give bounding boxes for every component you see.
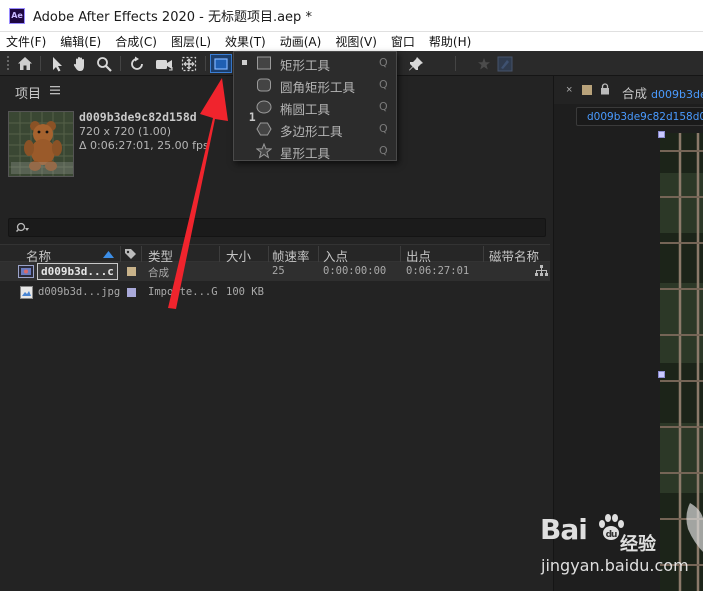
asset-duration: Δ 0:06:27:01, 25.00 fps (79, 139, 209, 152)
pin-icon[interactable] (405, 54, 427, 73)
project-column-header: 名称 类型 大小 帧速率 入点 出点 磁带名称 (0, 244, 550, 264)
label-color-swatch[interactable] (127, 267, 136, 276)
menu-item-label: 多边形工具 (280, 124, 343, 139)
panel-menu-icon[interactable] (50, 85, 60, 95)
toolbar-grip[interactable] (6, 54, 12, 73)
menu-effect[interactable]: 效果(T) (225, 33, 266, 50)
table-row[interactable]: d009b3d...c 合成 25 0:00:00:00 0:06:27:01 (0, 262, 550, 281)
row-name: d009b3d...c (37, 263, 118, 280)
rotate-icon[interactable] (126, 54, 148, 73)
active-bullet-icon (242, 60, 247, 65)
project-panel-title[interactable]: 项目 (15, 83, 41, 102)
menu-animation[interactable]: 动画(A) (280, 33, 322, 50)
project-panel-header: 项目 (0, 76, 553, 104)
composition-viewer[interactable] (660, 133, 703, 591)
after-effects-logo-icon: Ae (9, 7, 25, 24)
row-type: 合成 (148, 267, 169, 279)
row-out-point: 0:06:27:01 (406, 265, 470, 277)
menu-item-label: 星形工具 (280, 146, 331, 161)
brush-tool-icon[interactable] (495, 54, 515, 73)
asset-name: d009b3de9c82d158d 1 (79, 110, 256, 124)
search-icon (16, 222, 29, 233)
title-bar: Ae Adobe After Effects 2020 - 无标题项目.aep … (0, 0, 703, 31)
shortcut-key: Q (379, 144, 388, 157)
menu-edit[interactable]: 编辑(E) (60, 33, 101, 50)
composition-color-swatch (582, 85, 592, 95)
shortcut-key: Q (379, 122, 388, 135)
asset-thumbnail (8, 111, 74, 177)
rectangle-tool-icon[interactable] (210, 54, 232, 73)
menu-item-polygon-tool[interactable]: 多边形工具 Q (234, 118, 396, 140)
menu-bar: 文件(F) 编辑(E) 合成(C) 图层(L) 效果(T) 动画(A) 视图(V… (0, 31, 703, 51)
rectangle-icon (257, 56, 271, 70)
label-tag-icon[interactable] (124, 248, 137, 260)
composition-tab-bar: × 合成 d009b3de (554, 76, 703, 104)
row-name: d009b3d...jpg (38, 286, 121, 298)
baidu-watermark-logo: Bai du (540, 513, 626, 546)
row-type: Importe...G (148, 286, 218, 298)
pan-behind-icon[interactable] (178, 54, 200, 73)
star-icon[interactable] (474, 54, 494, 73)
home-icon[interactable] (14, 54, 36, 73)
menu-item-star-tool[interactable]: 星形工具 Q (234, 140, 396, 162)
layer-handle-middle[interactable] (658, 371, 665, 378)
selection-arrow-icon[interactable] (47, 54, 67, 73)
menu-layer[interactable]: 图层(L) (171, 33, 211, 50)
composition-tab-title[interactable]: 合成 d009b3de (622, 83, 703, 102)
menu-item-rectangle-tool[interactable]: 矩形工具 Q (234, 52, 396, 74)
row-in-point: 0:00:00:00 (323, 265, 387, 277)
image-file-icon (20, 286, 33, 299)
star-icon (256, 143, 272, 159)
menu-help[interactable]: 帮助(H) (429, 33, 471, 50)
baidu-watermark-url: jingyan.baidu.com (541, 556, 689, 575)
table-row[interactable]: d009b3d...jpg Importe...G 100 KB (0, 283, 550, 302)
menu-view[interactable]: 视图(V) (335, 33, 377, 50)
menu-window[interactable]: 窗口 (391, 33, 415, 50)
svg-text:du: du (605, 530, 616, 540)
baidu-watermark-text: 经验 (620, 534, 656, 555)
flowchart-icon[interactable] (535, 265, 548, 277)
menu-composition[interactable]: 合成(C) (115, 33, 157, 50)
layer-handle-top[interactable] (658, 131, 665, 138)
asset-dimensions: 720 x 720 (1.00) (79, 125, 172, 138)
row-size: 100 KB (226, 286, 264, 298)
sort-ascending-icon[interactable] (103, 250, 114, 258)
shortcut-key: Q (379, 56, 388, 69)
close-icon[interactable]: × (566, 84, 572, 96)
composition-icon (18, 265, 34, 278)
lock-icon[interactable] (600, 83, 610, 95)
polygon-icon (256, 122, 272, 136)
camera-icon[interactable] (152, 54, 176, 73)
menu-item-label: 矩形工具 (280, 58, 331, 73)
hand-icon[interactable] (70, 54, 90, 73)
project-search-input[interactable] (8, 218, 546, 237)
label-color-swatch[interactable] (127, 288, 136, 297)
menu-file[interactable]: 文件(F) (6, 33, 46, 50)
composition-subtab[interactable]: d009b3de9c82d158d0be (576, 107, 703, 126)
zoom-icon[interactable] (94, 54, 114, 73)
shape-tool-menu: 矩形工具 Q 圆角矩形工具 Q 椭圆工具 Q 多边形工具 Q 星形工具 Q (233, 51, 397, 161)
window-title: Adobe After Effects 2020 - 无标题项目.aep * (33, 10, 312, 25)
row-fps: 25 (272, 265, 285, 277)
